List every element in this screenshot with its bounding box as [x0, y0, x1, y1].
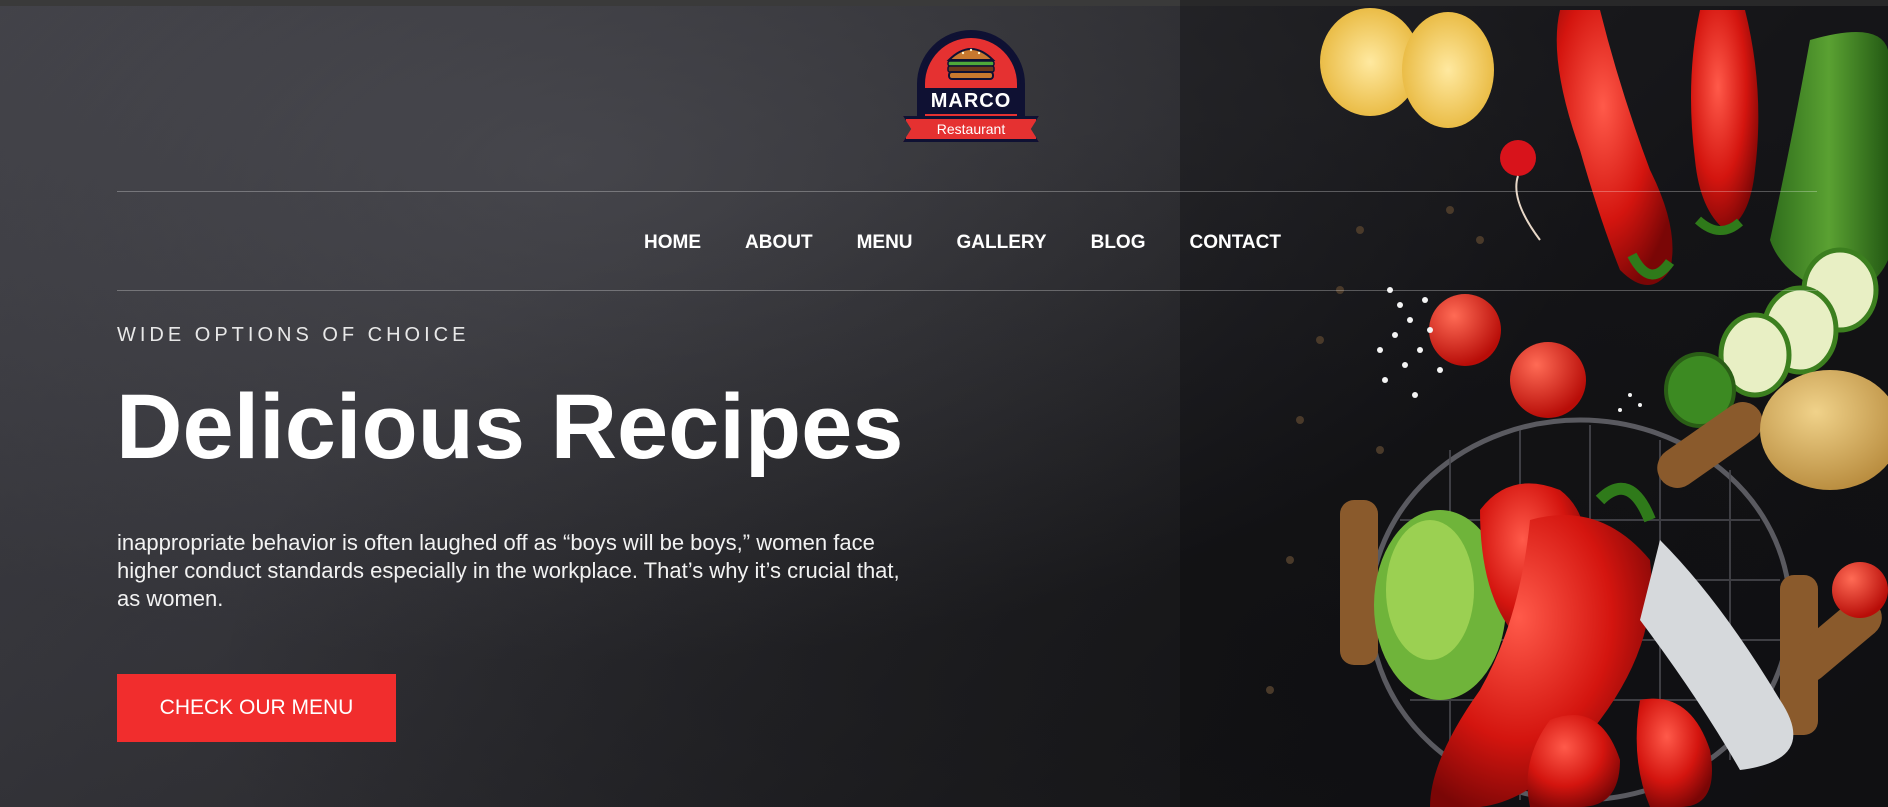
main-nav: HOME ABOUT MENU GALLERY BLOG CONTACT [644, 230, 1281, 256]
nav-item-about[interactable]: ABOUT [745, 230, 813, 256]
nav-item-home[interactable]: HOME [644, 230, 701, 256]
brand-tagline: Restaurant [903, 116, 1039, 142]
nav-divider-top [117, 191, 1817, 192]
nav-divider-bottom [117, 290, 1817, 291]
brand-logo[interactable]: MARCO Restaurant [903, 30, 1039, 148]
brand-name: MARCO [917, 88, 1025, 114]
nav-item-menu[interactable]: MENU [857, 230, 913, 256]
hero-title: Delicious Recipes [116, 376, 904, 478]
nav-item-contact[interactable]: CONTACT [1189, 230, 1280, 256]
food-photo [1180, 0, 1888, 807]
nav-item-blog[interactable]: BLOG [1091, 230, 1146, 256]
nav-item-gallery[interactable]: GALLERY [957, 230, 1047, 256]
hero-section: MARCO Restaurant HOME ABOUT MENU GALLERY… [0, 0, 1888, 807]
hero-description: inappropriate behavior is often laughed … [117, 530, 900, 611]
check-menu-button[interactable]: CHECK OUR MENU [117, 674, 396, 742]
hero-eyebrow: WIDE OPTIONS OF CHOICE [117, 324, 470, 346]
burger-icon [946, 48, 996, 80]
